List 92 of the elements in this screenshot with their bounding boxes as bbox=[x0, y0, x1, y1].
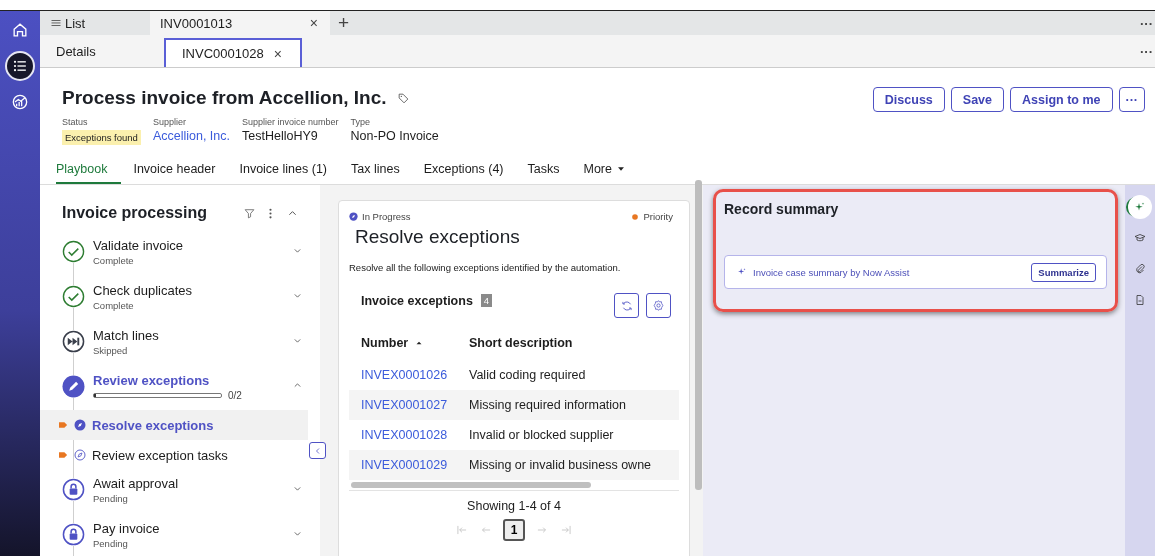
last-page-icon[interactable] bbox=[559, 523, 573, 537]
compass-icon bbox=[74, 419, 86, 431]
settings-icon bbox=[652, 299, 665, 312]
first-page-icon[interactable] bbox=[455, 523, 469, 537]
more-actions-button[interactable]: ··· bbox=[1118, 87, 1145, 112]
filter-icon bbox=[243, 206, 256, 220]
field-label: Supplier bbox=[152, 117, 187, 127]
task-item[interactable]: Review exception tasks bbox=[40, 440, 308, 470]
action-button[interactable]: Assign to me bbox=[1010, 87, 1113, 112]
activity-title: Resolve exceptions bbox=[355, 226, 521, 248]
sparkle-panel-button[interactable] bbox=[1128, 195, 1152, 219]
field-label: Supplier invoice number bbox=[242, 117, 339, 127]
flag-icon bbox=[59, 421, 68, 429]
tag-icon bbox=[396, 91, 410, 105]
card-title: Record summary bbox=[724, 201, 840, 217]
stage-title: Pay invoice bbox=[93, 521, 161, 536]
field-value: Non-PO Invoice bbox=[350, 129, 439, 143]
action-button[interactable]: Discuss bbox=[872, 87, 945, 112]
stage-status: Complete bbox=[93, 255, 135, 266]
exception-number-link[interactable]: INVEX0001027 bbox=[349, 390, 457, 420]
more-options-button[interactable]: ··· bbox=[1134, 35, 1155, 67]
lock-icon bbox=[62, 478, 85, 501]
check-circle-icon bbox=[62, 240, 85, 263]
chart-icon bbox=[10, 92, 30, 112]
exception-number-link[interactable]: INVEX0001028 bbox=[349, 420, 457, 450]
refresh-button[interactable] bbox=[614, 293, 639, 318]
status-badge: Exceptions found bbox=[62, 130, 141, 145]
skip-icon bbox=[62, 330, 85, 353]
count-badge: 4 bbox=[480, 294, 493, 307]
stage-status: Complete bbox=[93, 300, 135, 311]
new-tab-button[interactable]: + bbox=[330, 11, 358, 35]
status-label: In Progress bbox=[362, 211, 411, 222]
exception-number-link[interactable]: INVEX0001026 bbox=[349, 360, 457, 390]
record-title: Process invoice from Accellion, Inc. bbox=[62, 87, 387, 109]
action-button[interactable]: Save bbox=[950, 87, 1004, 112]
field-label: Type bbox=[350, 117, 372, 127]
tab[interactable]: Invoice header bbox=[121, 162, 228, 184]
more-menu[interactable]: More bbox=[571, 162, 638, 184]
assist-label: Invoice case summary by Now Assist bbox=[753, 266, 911, 278]
tab[interactable]: Exceptions (4) bbox=[411, 162, 516, 184]
document-icon bbox=[1134, 294, 1146, 306]
list-icon bbox=[50, 17, 62, 29]
tab[interactable]: Tax lines bbox=[339, 162, 412, 184]
stage-title: Await approval bbox=[93, 476, 180, 491]
table-cell: Valid coding required bbox=[457, 360, 679, 390]
pagination-summary: Showing 1-4 of 4 bbox=[466, 499, 562, 513]
supplier-link[interactable]: Accellion, Inc. bbox=[152, 129, 230, 143]
close-tab-button[interactable]: × bbox=[307, 15, 320, 31]
table-cell: Missing required information bbox=[457, 390, 679, 420]
tab[interactable]: List bbox=[40, 11, 150, 35]
column-header[interactable]: Short description bbox=[457, 326, 679, 360]
list-title: Invoice exceptions bbox=[361, 293, 473, 308]
flag-icon bbox=[59, 451, 68, 459]
tab[interactable]: Details bbox=[40, 35, 164, 67]
stage-status: Pending bbox=[93, 493, 129, 504]
collapse-button[interactable] bbox=[309, 442, 326, 459]
field-label: Status bbox=[62, 117, 89, 127]
refresh-icon bbox=[619, 298, 634, 313]
field-value: TestHelloHY9 bbox=[242, 129, 319, 143]
settings-button[interactable] bbox=[646, 293, 671, 318]
list-nav-button[interactable] bbox=[5, 51, 35, 81]
graduation-cap-icon bbox=[1134, 232, 1146, 244]
stage-title: Match lines bbox=[93, 328, 160, 343]
summarize-button[interactable]: Summarize bbox=[1031, 262, 1096, 282]
pencil-icon bbox=[62, 375, 85, 398]
stage-status: Skipped bbox=[93, 345, 129, 356]
tab[interactable]: INV0001013 × bbox=[150, 11, 330, 35]
check-circle-icon bbox=[62, 285, 85, 308]
stage-title: Validate invoice bbox=[93, 238, 185, 253]
stage-status: Pending bbox=[93, 538, 129, 549]
task-item[interactable]: Resolve exceptions bbox=[40, 410, 308, 440]
paperclip-icon bbox=[1134, 263, 1146, 275]
compass-icon bbox=[74, 449, 86, 461]
activity-description: Resolve all the following exceptions identified by the automation. bbox=[349, 262, 622, 273]
more-options-button[interactable]: ··· bbox=[1134, 11, 1155, 35]
page-button[interactable]: 1 bbox=[503, 519, 525, 541]
column-header[interactable]: Number bbox=[349, 326, 457, 360]
close-tab-button[interactable]: × bbox=[271, 45, 284, 62]
panel-title: Invoice processing bbox=[62, 204, 208, 222]
tab[interactable]: Invoice lines (1) bbox=[227, 162, 339, 184]
stage-title: Check duplicates bbox=[93, 283, 193, 298]
compass-icon bbox=[349, 212, 358, 221]
table-cell: Invalid or blocked supplier bbox=[457, 420, 679, 450]
tab[interactable]: INVC0001028 × bbox=[164, 38, 302, 67]
stage-title: Review exceptions bbox=[93, 373, 211, 388]
tab[interactable]: Tasks bbox=[515, 162, 572, 184]
exception-number-link[interactable]: INVEX0001029 bbox=[349, 450, 457, 480]
table-cell: Missing or invalid business owne bbox=[457, 450, 679, 480]
priority-dot-icon bbox=[631, 212, 640, 221]
lock-icon bbox=[62, 523, 85, 546]
priority-label: Priority bbox=[643, 211, 673, 222]
progress-count: 0/2 bbox=[228, 390, 242, 401]
